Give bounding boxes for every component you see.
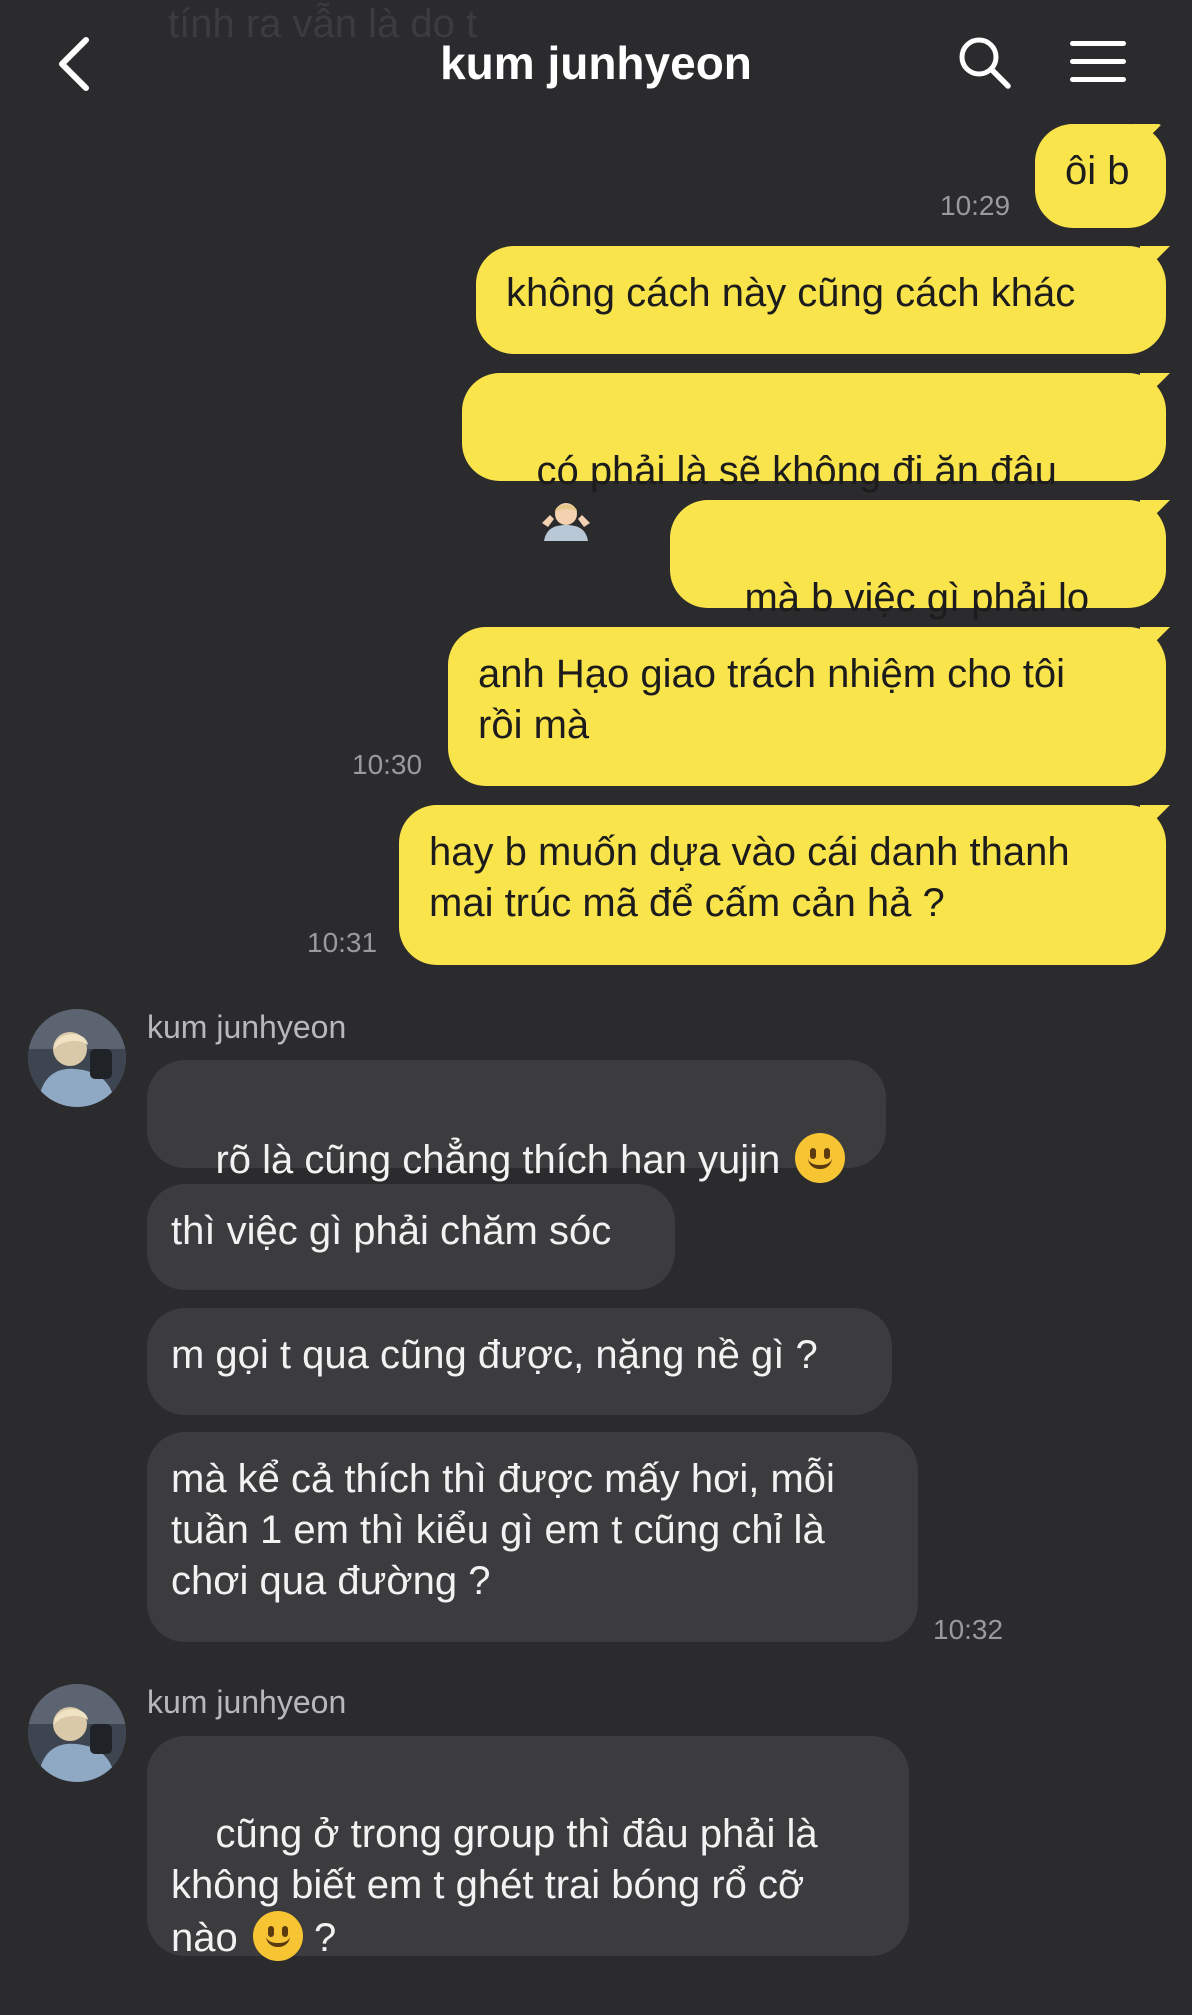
- their-message-bubble[interactable]: thì việc gì phải chăm sóc: [147, 1184, 675, 1290]
- chat-title: kum junhyeon: [440, 37, 752, 89]
- their-message-bubble[interactable]: rõ là cũng chẳng thích han yujin: [147, 1060, 886, 1183]
- message-text: rõ là cũng chẳng thích han yujin: [215, 1138, 781, 1182]
- their-message-bubble[interactable]: m gọi t qua cũng được, nặng nề gì ?: [147, 1308, 892, 1415]
- message-time: 10:30: [352, 749, 423, 780]
- their-message-bubble[interactable]: mà kể cả thích thì được mấy hơi, mỗi tuầ…: [147, 1432, 918, 1642]
- my-message-bubble[interactable]: không cách này cũng cách khác: [476, 246, 1166, 354]
- message-text: có phải là sẽ không đi ăn đâu: [536, 449, 1057, 493]
- my-message-bubble[interactable]: anh Hạo giao trách nhiệm cho tôi rồi mà: [448, 627, 1166, 786]
- their-message-bubble[interactable]: cũng ở trong group thì đâu phải là không…: [147, 1736, 909, 1961]
- message-time: 10:29: [940, 190, 1011, 221]
- my-message-bubble[interactable]: có phải là sẽ không đi ăn đâu: [462, 373, 1166, 541]
- my-message-bubble[interactable]: mà b việc gì phải lo: [670, 500, 1166, 668]
- my-message-bubble[interactable]: ôi b: [1035, 124, 1166, 228]
- smile-emoji: [252, 1911, 303, 1961]
- my-message-bubble[interactable]: hay b muốn dựa vào cái danh thanh mai tr…: [399, 805, 1166, 965]
- search-icon[interactable]: [956, 34, 1012, 90]
- avatar-photo: [28, 1009, 126, 1107]
- sender-name: kum junhyeon: [147, 1009, 347, 1045]
- person-shrugging-emoji: [542, 503, 591, 541]
- smile-emoji: [795, 1133, 846, 1183]
- message-time: 10:32: [933, 1614, 1004, 1645]
- avatar-photo: [28, 1684, 126, 1782]
- menu-icon[interactable]: [1068, 38, 1128, 86]
- avatar[interactable]: [28, 1009, 126, 1107]
- avatar[interactable]: [28, 1684, 126, 1782]
- sender-name: kum junhyeon: [147, 1684, 347, 1720]
- message-time: 10:31: [307, 927, 378, 958]
- message-text: ?: [314, 1916, 337, 1960]
- message-text: mà b việc gì phải lo: [744, 576, 1090, 620]
